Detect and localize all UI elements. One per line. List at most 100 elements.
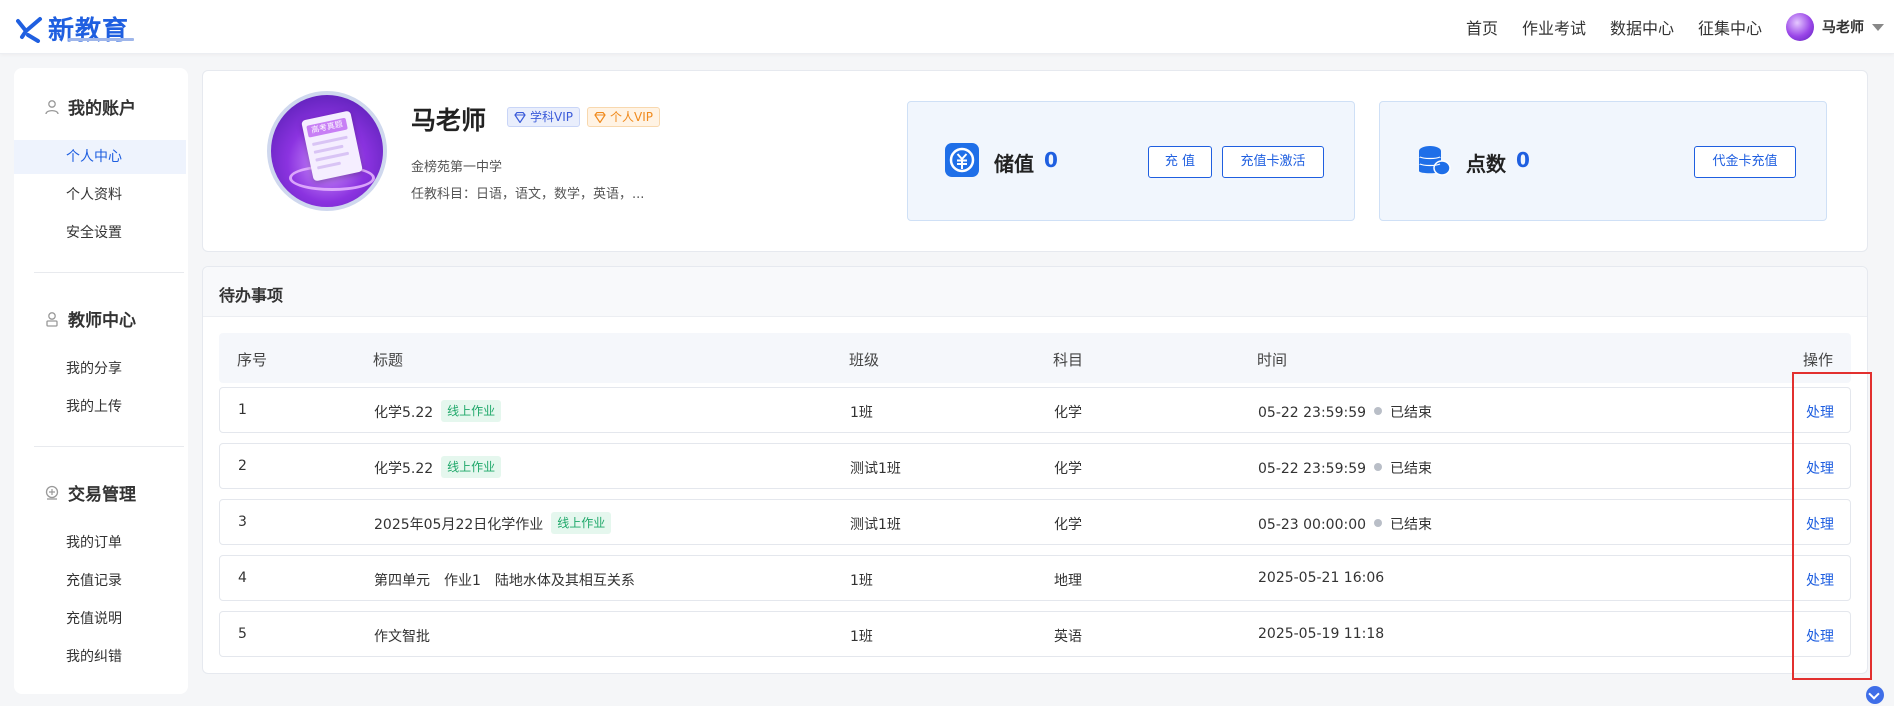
- row-class: 1班: [850, 573, 873, 589]
- coins-icon: [1419, 146, 1451, 176]
- row-subject: 化学: [1054, 517, 1082, 533]
- sidebar-item-my-uploads[interactable]: 我的上传: [14, 390, 186, 424]
- logo[interactable]: 新教育: [16, 10, 134, 47]
- todo-title: 待办事项: [219, 286, 284, 305]
- transaction-icon: [45, 485, 59, 500]
- row-no: 4: [238, 570, 247, 586]
- sidebar-item-my-shares[interactable]: 我的分享: [14, 352, 186, 386]
- profile-card: 高考真题 马老师 学科VIP 个人VIP 金榜苑第一中学 任教科目：日语，语文，…: [202, 70, 1868, 252]
- row-time: 05-22 23:59:59 已结束: [1258, 461, 1433, 477]
- row-title[interactable]: 化学5.22 线上作业: [374, 400, 502, 424]
- logo-underline: [68, 38, 134, 41]
- row-subject: 化学: [1054, 405, 1082, 421]
- user-menu[interactable]: 马老师: [1786, 13, 1884, 41]
- todo-header: 待办事项: [203, 267, 1867, 317]
- sidebar-item-personal-center[interactable]: 个人中心: [14, 140, 186, 174]
- status-dot-icon: [1374, 519, 1383, 527]
- todo-panel: 待办事项 序号 标题 班级 科目 时间 操作 1 化学5.22 线上作业 1班 化…: [202, 266, 1868, 674]
- sidebar-item-my-orders[interactable]: 我的订单: [14, 526, 186, 560]
- sidebar-item-my-corrections[interactable]: 我的纠错: [14, 640, 186, 674]
- points-amount: 0: [1516, 148, 1530, 172]
- nav-home[interactable]: 首页: [1466, 15, 1498, 39]
- sidebar-group-title: 我的账户: [68, 99, 136, 119]
- row-time: 05-22 23:59:59 已结束: [1258, 405, 1433, 421]
- table-row: 4 第四单元 作业1 陆地水体及其相互关系 1班 地理 2025-05-21 1…: [219, 555, 1851, 601]
- user-icon: [45, 99, 59, 114]
- row-time: 2025-05-21 16:06: [1258, 570, 1385, 586]
- logo-text: 新教育: [48, 16, 130, 46]
- nav-homework-exam[interactable]: 作业考试: [1522, 15, 1586, 39]
- row-class: 1班: [850, 629, 873, 645]
- status-dot-icon: [1374, 407, 1383, 415]
- sidebar-item-security[interactable]: 安全设置: [14, 216, 186, 250]
- row-title[interactable]: 化学5.22 线上作业: [374, 456, 502, 480]
- sidebar-divider: [34, 272, 184, 273]
- chevron-down-icon: [1872, 23, 1884, 31]
- row-time: 2025-05-19 11:18: [1258, 626, 1385, 642]
- top-navbar: 新教育 首页 作业考试 数据中心 征集中心 马老师: [0, 0, 1894, 54]
- voucher-recharge-button[interactable]: 代金卡充值: [1694, 146, 1796, 178]
- user-name: 马老师: [1822, 20, 1864, 36]
- row-subject: 地理: [1054, 573, 1082, 589]
- sidebar-item-recharge-notes[interactable]: 充值说明: [14, 602, 186, 636]
- action-column-highlight: [1792, 372, 1872, 680]
- status-text: 已结束: [1390, 461, 1433, 477]
- recharge-button[interactable]: 充 值: [1148, 146, 1212, 178]
- sidebar-item-recharge-records[interactable]: 充值记录: [14, 564, 186, 598]
- stored-value-amount: 0: [1044, 148, 1058, 172]
- row-time: 05-23 00:00:00 已结束: [1258, 517, 1433, 533]
- row-class: 测试1班: [850, 517, 901, 533]
- status-text: 已结束: [1390, 517, 1433, 533]
- points-label: 点数: [1466, 152, 1506, 176]
- column-header-class: 班级: [849, 351, 880, 369]
- table-row: 5 作文智批 1班 英语 2025-05-19 11:18 处理: [219, 611, 1851, 657]
- sidebar-group-transactions: 交易管理: [44, 480, 136, 505]
- sidebar-group-title: 交易管理: [68, 485, 136, 505]
- table-header: 序号 标题 班级 科目 时间 操作: [219, 333, 1851, 383]
- table-row: 3 2025年05月22日化学作业 线上作业 测试1班 化学 05-23 00:0…: [219, 499, 1851, 545]
- sidebar-divider: [34, 446, 184, 447]
- avatar: [1786, 13, 1814, 41]
- table-row: 2 化学5.22 线上作业 测试1班 化学 05-22 23:59:59 已结束 处…: [219, 443, 1851, 489]
- row-subject: 英语: [1054, 629, 1082, 645]
- points-panel: 点数 0 代金卡充值: [1379, 101, 1827, 221]
- online-homework-tag: 线上作业: [441, 456, 502, 478]
- activate-card-button[interactable]: 充值卡激活: [1222, 146, 1324, 178]
- diamond-icon: [594, 112, 606, 123]
- row-class: 测试1班: [850, 461, 901, 477]
- row-no: 5: [238, 626, 247, 642]
- logo-icon: [16, 16, 42, 43]
- row-no: 2: [238, 458, 247, 474]
- row-title[interactable]: 第四单元 作业1 陆地水体及其相互关系: [374, 570, 635, 590]
- online-homework-tag: 线上作业: [441, 400, 502, 422]
- badge-personal-vip: 个人VIP: [587, 107, 660, 127]
- scroll-down-button[interactable]: [1866, 686, 1884, 704]
- nav-data-center[interactable]: 数据中心: [1610, 15, 1674, 39]
- column-header-action: 操作: [1803, 351, 1834, 369]
- row-title[interactable]: 作文智批: [374, 626, 430, 646]
- stored-value-label: 储值: [994, 152, 1034, 176]
- nav-collection-center[interactable]: 征集中心: [1698, 15, 1762, 39]
- row-no: 3: [238, 514, 247, 530]
- profile-name: 马老师: [411, 106, 487, 135]
- profile-subjects: 任教科目：日语，语文，数学，英语，...: [411, 187, 645, 202]
- column-header-no: 序号: [237, 351, 268, 369]
- avatar-paper-label: 高考真题: [306, 117, 348, 138]
- table-row: 1 化学5.22 线上作业 1班 化学 05-22 23:59:59 已结束 处理: [219, 387, 1851, 433]
- sidebar-group-account: 我的账户: [44, 94, 136, 119]
- column-header-time: 时间: [1257, 351, 1288, 369]
- status-dot-icon: [1374, 463, 1383, 471]
- stored-value-icon: [945, 143, 979, 177]
- main-nav: 首页 作业考试 数据中心 征集中心 马老师: [1466, 0, 1894, 54]
- row-class: 1班: [850, 405, 873, 421]
- sidebar-item-personal-info[interactable]: 个人资料: [14, 178, 186, 212]
- profile-school: 金榜苑第一中学: [411, 160, 503, 175]
- row-title[interactable]: 2025年05月22日化学作业 线上作业: [374, 512, 612, 536]
- sidebar-group-teacher: 教师中心: [44, 306, 136, 331]
- column-header-title: 标题: [373, 351, 404, 369]
- stored-value-panel: 储值 0 充 值 充值卡激活: [907, 101, 1355, 221]
- teacher-icon: [46, 311, 58, 327]
- sidebar: 我的账户 个人中心 个人资料 安全设置 教师中心 我的分享 我的上传 交易管理 …: [14, 68, 188, 694]
- diamond-icon: [514, 112, 526, 123]
- online-homework-tag: 线上作业: [551, 512, 612, 534]
